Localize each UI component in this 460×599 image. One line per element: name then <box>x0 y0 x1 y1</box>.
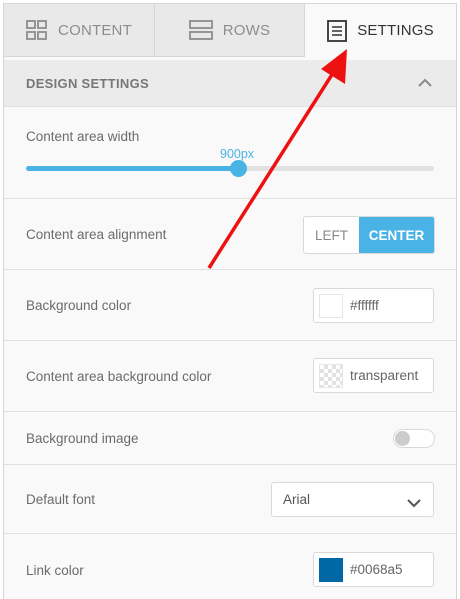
chevron-up-icon[interactable] <box>418 75 432 93</box>
tab-rows[interactable]: ROWS <box>155 4 305 57</box>
background-color-input[interactable]: #ffffff <box>313 288 434 323</box>
content-bg-color-value: transparent <box>350 368 419 383</box>
background-color-swatch[interactable] <box>319 293 343 318</box>
content-bg-color-row: Content area background color transparen… <box>4 342 456 412</box>
align-left-button[interactable]: LEFT <box>304 217 359 253</box>
grid-icon <box>26 20 48 40</box>
background-image-row: Background image <box>4 413 456 465</box>
link-color-swatch[interactable] <box>319 557 343 582</box>
background-color-label: Background color <box>26 298 132 313</box>
default-font-row: Default font Arial <box>4 466 456 534</box>
tab-settings-label: SETTINGS <box>357 22 434 39</box>
default-font-label: Default font <box>26 492 96 507</box>
tab-content-label: CONTENT <box>58 21 132 39</box>
settings-panel: CONTENT ROWS SETTINGS DESIGN SETTINGS Co… <box>3 3 457 599</box>
design-settings-header[interactable]: DESIGN SETTINGS <box>4 60 456 107</box>
content-width-slider-fill <box>26 166 238 171</box>
chevron-down-icon <box>407 495 421 513</box>
toggle-knob <box>395 431 410 446</box>
content-width-row: Content area width 900px <box>4 108 456 199</box>
document-icon <box>327 19 348 42</box>
background-image-toggle[interactable] <box>393 429 435 448</box>
background-image-label: Background image <box>26 431 139 446</box>
alignment-row: Content area alignment LEFT CENTER <box>4 200 456 270</box>
rows-icon <box>188 20 213 40</box>
link-color-value: #0068a5 <box>350 562 403 577</box>
transparent-swatch[interactable] <box>319 363 343 388</box>
default-font-value: Arial <box>283 492 311 507</box>
content-bg-color-input[interactable]: transparent <box>313 358 434 393</box>
link-color-row: Link color #0068a5 <box>4 535 456 599</box>
section-title: DESIGN SETTINGS <box>26 75 149 91</box>
background-color-row: Background color #ffffff <box>4 271 456 341</box>
alignment-toggle: LEFT CENTER <box>303 216 435 254</box>
content-width-value: 900px <box>220 147 255 161</box>
tab-content[interactable]: CONTENT <box>4 4 155 57</box>
content-width-label: Content area width <box>26 129 140 144</box>
background-color-value: #ffffff <box>350 298 379 313</box>
link-color-input[interactable]: #0068a5 <box>313 552 434 587</box>
tab-settings[interactable]: SETTINGS <box>305 4 456 57</box>
content-bg-color-label: Content area background color <box>26 369 212 384</box>
tab-rows-label: ROWS <box>222 21 271 39</box>
default-font-select[interactable]: Arial <box>271 482 434 517</box>
link-color-label: Link color <box>26 562 84 578</box>
align-center-button[interactable]: CENTER <box>359 217 434 253</box>
content-width-slider-thumb[interactable] <box>230 160 247 177</box>
tab-bar: CONTENT ROWS SETTINGS <box>4 4 456 57</box>
alignment-label: Content area alignment <box>26 227 167 242</box>
